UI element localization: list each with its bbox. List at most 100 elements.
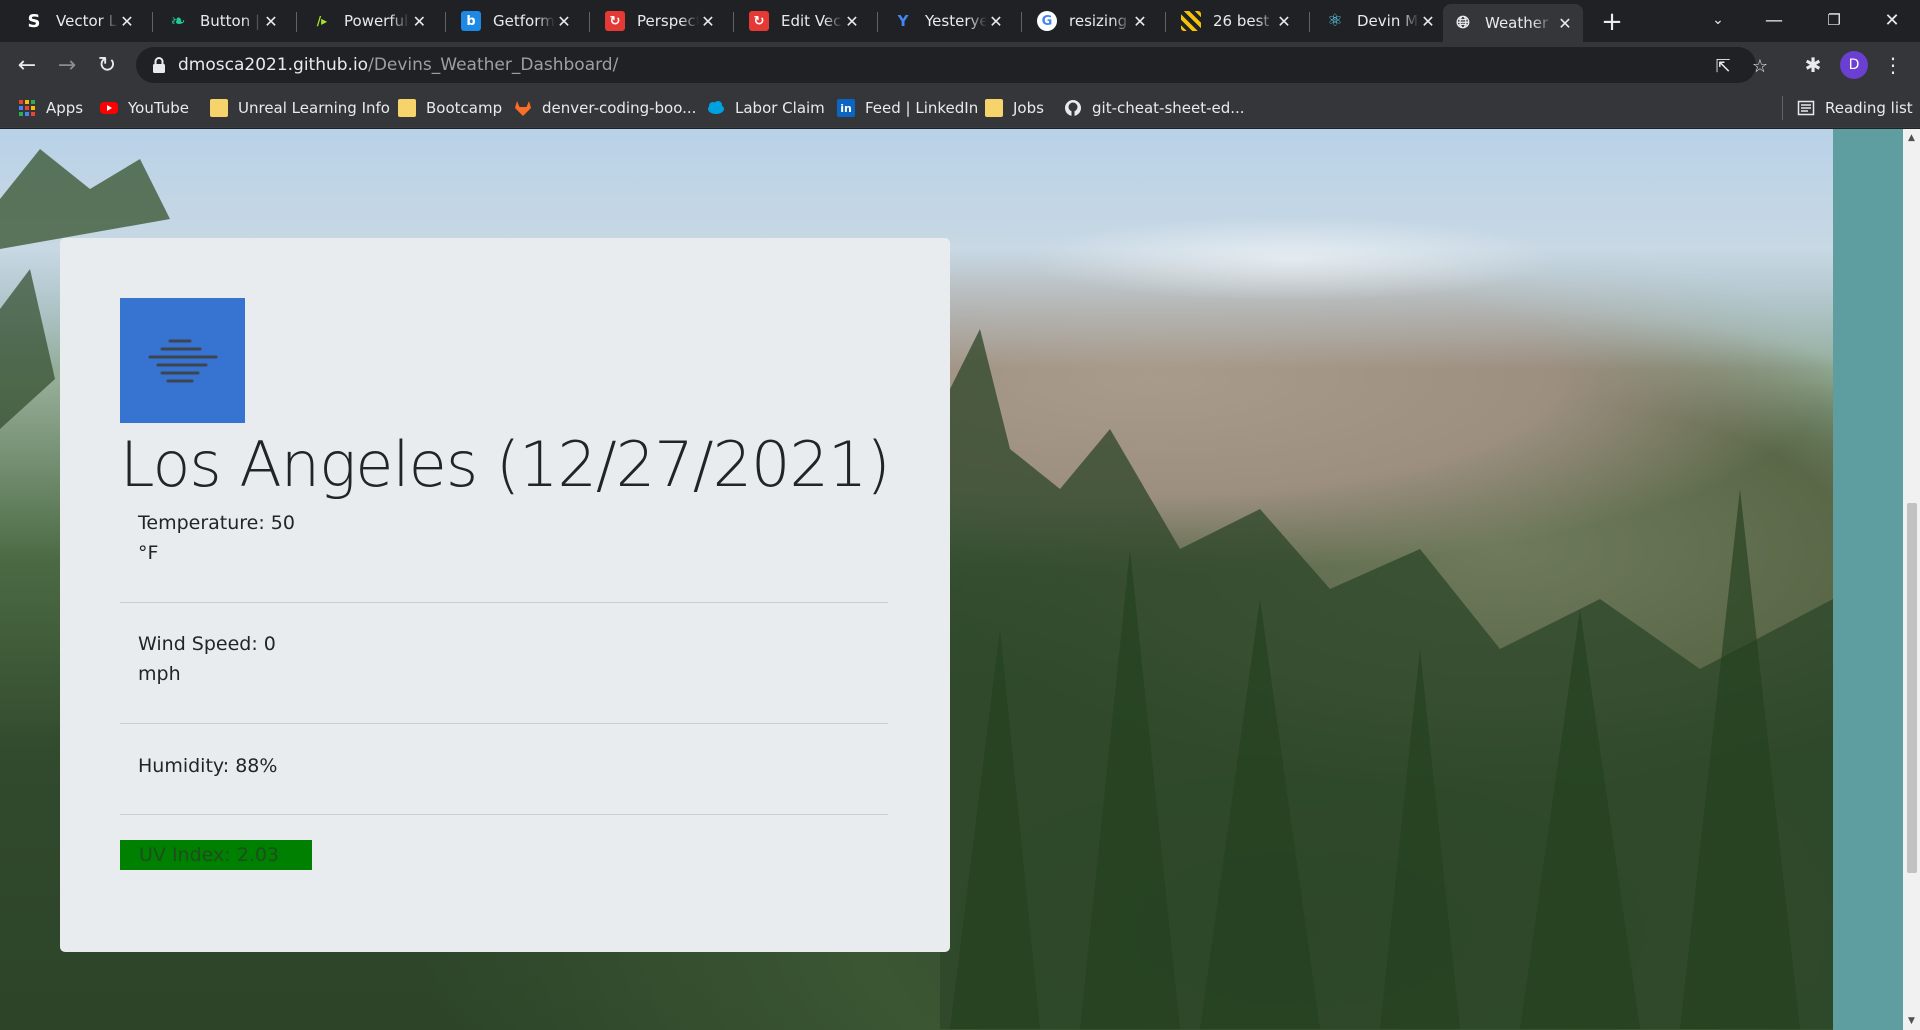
- restore-button[interactable]: ❐: [1806, 0, 1862, 40]
- city-date-heading: Los Angeles (12/27/2021): [120, 428, 891, 501]
- bookmark-unreal-learning-info[interactable]: Unreal Learning Info: [210, 96, 390, 120]
- reading-list-button[interactable]: Reading list: [1797, 96, 1913, 120]
- temperature-value: Temperature: 50: [138, 512, 295, 534]
- tab-edit-vector[interactable]: ↻ Edit Vecto ✕: [739, 4, 869, 38]
- close-icon[interactable]: ✕: [555, 11, 573, 31]
- bookmark-apps[interactable]: Apps: [18, 96, 83, 120]
- bookmark-star-icon[interactable]: ☆: [1749, 55, 1771, 77]
- tab-devin-portfolio[interactable]: ⚛ Devin Mo ✕: [1315, 4, 1445, 38]
- tab-separator: [152, 12, 153, 32]
- close-icon[interactable]: ✕: [1419, 11, 1437, 31]
- forward-button[interactable]: →: [51, 49, 83, 81]
- tab-separator: [296, 12, 297, 32]
- bookmark-label: git-cheat-sheet-ed...: [1092, 99, 1245, 117]
- wind-speed-value: Wind Speed: 0: [138, 633, 276, 655]
- bookmark-label: Jobs: [1013, 99, 1044, 117]
- uv-index-badge: UV Index: 2.03: [120, 840, 312, 870]
- close-icon[interactable]: ✕: [410, 11, 429, 31]
- reading-list-icon: [1797, 100, 1815, 116]
- tab-strip: S Vector Lo ✕ ❧ Button | B ✕ /▸ Powerful…: [0, 0, 1920, 42]
- bookmark-label: Feed | LinkedIn: [865, 99, 979, 117]
- bookmark-linkedin-feed[interactable]: in Feed | LinkedIn: [837, 96, 978, 120]
- tab-separator: [589, 12, 590, 32]
- bookmarks-bar: Apps YouTube Unreal Learning Info Bootca…: [0, 88, 1920, 128]
- tab-weather-active[interactable]: 🌐︎ Weather ✕: [1443, 4, 1583, 42]
- wind-speed-stat: Wind Speed: 0 mph: [138, 629, 338, 689]
- tab-search-button[interactable]: ⌄: [1690, 0, 1746, 40]
- url-path: /Devins_Weather_Dashboard/: [368, 55, 619, 75]
- page-scrollbar[interactable]: ▲ ▼: [1903, 129, 1920, 1030]
- gitlab-icon: [515, 101, 531, 116]
- close-window-button[interactable]: ✕: [1864, 0, 1920, 40]
- close-icon[interactable]: ✕: [1555, 13, 1575, 33]
- bookmark-jobs[interactable]: Jobs: [985, 96, 1044, 120]
- minimize-icon: —: [1765, 9, 1783, 31]
- share-icon[interactable]: ⇱: [1712, 55, 1734, 77]
- close-icon[interactable]: ✕: [1131, 11, 1149, 31]
- getform-b-icon: b: [461, 11, 481, 31]
- reload-icon: ↻: [97, 52, 117, 78]
- google-g-icon: G: [1037, 11, 1057, 31]
- close-icon[interactable]: ✕: [118, 11, 136, 31]
- humidity-stat: Humidity: 88%: [138, 751, 338, 781]
- url-text[interactable]: dmosca2021.github.io/Devins_Weather_Dash…: [178, 55, 618, 75]
- bookmark-labor-claim[interactable]: Labor Claim: [707, 96, 825, 120]
- tab-getform[interactable]: b Getform ✕: [451, 4, 581, 38]
- close-icon[interactable]: ✕: [699, 11, 717, 31]
- folder-icon: [985, 99, 1003, 117]
- tab-separator: [1165, 12, 1166, 32]
- close-icon[interactable]: ✕: [262, 11, 280, 31]
- tab-yesteryear[interactable]: Y Yesteryea ✕: [883, 4, 1013, 38]
- page-viewport: ▲ ▼ Los Angeles (12/27/2021) Temperature…: [0, 129, 1920, 1030]
- github-icon: [1065, 100, 1081, 116]
- tab-title: Weather: [1485, 14, 1549, 32]
- page-side-strip: [1833, 129, 1903, 1030]
- apps-grid-icon: [19, 100, 35, 116]
- tab-resizing[interactable]: G resizing a ✕: [1027, 4, 1157, 38]
- bookmark-denver-coding-bootcamp[interactable]: denver-coding-boo...: [514, 96, 696, 120]
- minimize-button[interactable]: —: [1746, 0, 1802, 40]
- tab-title: Edit Vecto: [781, 12, 843, 30]
- menu-dots-icon[interactable]: ⋮: [1880, 52, 1906, 78]
- weather-icon-box: [120, 298, 245, 423]
- salesforce-icon: [708, 101, 724, 114]
- bookmark-label: denver-coding-boo...: [542, 99, 697, 117]
- tab-button-bootstrap[interactable]: ❧ Button | B ✕: [158, 4, 288, 38]
- bookmark-git-cheat-sheet[interactable]: git-cheat-sheet-ed...: [1064, 96, 1245, 120]
- back-button[interactable]: ←: [11, 49, 43, 81]
- close-icon[interactable]: ✕: [1275, 11, 1293, 31]
- bookmark-youtube[interactable]: YouTube: [100, 96, 189, 120]
- scroll-up-icon[interactable]: ▲: [1906, 132, 1917, 143]
- close-icon[interactable]: ✕: [987, 11, 1005, 31]
- address-bar[interactable]: dmosca2021.github.io/Devins_Weather_Dash…: [136, 47, 1768, 83]
- mist-icon: [148, 339, 218, 383]
- profile-initial: D: [1848, 57, 1860, 73]
- s-logo-icon: S: [24, 11, 44, 32]
- folder-icon: [210, 99, 228, 117]
- bookmark-label: Bootcamp: [426, 99, 503, 117]
- tab-powerful[interactable]: /▸ Powerful ✕: [302, 4, 437, 38]
- divider: [120, 602, 888, 603]
- close-icon: ✕: [1884, 9, 1900, 31]
- new-tab-button[interactable]: +: [1598, 7, 1626, 37]
- temperature-unit: °F: [138, 542, 159, 564]
- lock-icon[interactable]: [150, 56, 168, 74]
- tab-perspective[interactable]: ↻ Perspecti ✕: [595, 4, 725, 38]
- divider: [120, 723, 888, 724]
- scroll-down-icon[interactable]: ▼: [1906, 1015, 1917, 1026]
- bookmark-label: Unreal Learning Info: [238, 99, 390, 117]
- close-icon[interactable]: ✕: [843, 11, 861, 31]
- bookmark-label: YouTube: [128, 99, 189, 117]
- tab-26-best[interactable]: 26 best cu ✕: [1171, 4, 1301, 38]
- folder-icon: [398, 99, 416, 117]
- extensions-puzzle-icon[interactable]: ✱: [1800, 52, 1826, 78]
- reload-button[interactable]: ↻: [91, 49, 123, 81]
- bootstrap-leaf-icon: ❧: [168, 11, 188, 32]
- humidity-value: Humidity: 88%: [138, 755, 278, 777]
- bookmark-bootcamp[interactable]: Bootcamp: [398, 96, 502, 120]
- tab-separator: [877, 12, 878, 32]
- tab-vector-logo[interactable]: S Vector Lo ✕: [14, 4, 144, 38]
- tab-title: Vector Lo: [56, 12, 118, 30]
- profile-avatar[interactable]: D: [1840, 51, 1868, 79]
- scroll-thumb[interactable]: [1907, 503, 1917, 873]
